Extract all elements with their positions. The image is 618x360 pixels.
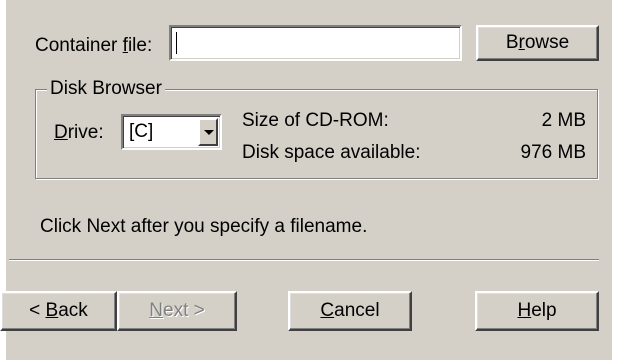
cdrom-size-label: Size of CD-ROM: xyxy=(242,110,389,131)
instruction-text: Click Next after you specify a filename. xyxy=(40,216,368,237)
browse-button-label: Browse xyxy=(505,32,570,53)
cancel-button-label: Cancel xyxy=(320,300,380,321)
back-button-label: < Back xyxy=(29,300,88,321)
help-button[interactable]: Help xyxy=(475,291,599,331)
back-button[interactable]: < Back xyxy=(0,291,117,331)
cancel-button[interactable]: Cancel xyxy=(288,291,412,331)
separator-line xyxy=(9,259,599,261)
chevron-down-icon[interactable] xyxy=(198,118,218,146)
next-button-label: Next > xyxy=(149,300,205,321)
help-button-label: Help xyxy=(517,300,557,321)
cdrom-size-value: 2 MB xyxy=(541,110,586,131)
next-button[interactable]: Next > xyxy=(117,291,237,331)
container-file-input[interactable] xyxy=(169,25,462,61)
container-file-label: Container file: xyxy=(35,35,153,56)
drive-value: [C] xyxy=(129,121,154,142)
disk-browser-group xyxy=(35,89,598,179)
text-caret xyxy=(176,32,177,54)
browse-button[interactable]: Browse xyxy=(476,25,599,61)
disk-space-value: 976 MB xyxy=(520,142,586,163)
drive-combobox[interactable]: [C] xyxy=(121,114,222,150)
disk-space-label: Disk space available: xyxy=(242,142,421,163)
disk-browser-title: Disk Browser xyxy=(47,79,165,99)
wizard-dialog: Container file: Browse Disk Browser Driv… xyxy=(0,0,612,360)
drive-label: Drive: xyxy=(54,122,104,143)
